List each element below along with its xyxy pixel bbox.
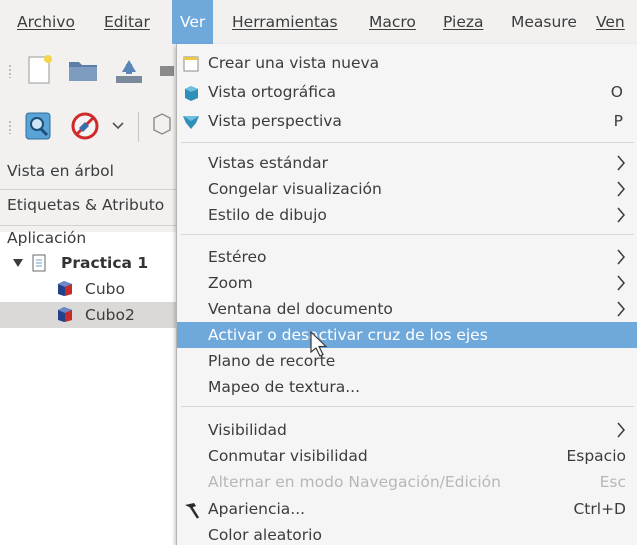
divider xyxy=(0,189,176,190)
ver-dropdown-menu: Crear una vista nueva Vista ortográfica … xyxy=(176,44,637,545)
chevron-down-icon[interactable] xyxy=(110,118,126,134)
menu-item-standard-views[interactable]: Vistas estándar xyxy=(177,150,637,176)
submenu-arrow-icon xyxy=(617,249,625,265)
tree-item-cubo2[interactable]: Cubo2 xyxy=(85,306,135,324)
print-icon[interactable] xyxy=(158,58,176,82)
submenu-arrow-icon xyxy=(617,155,625,171)
tab-labels-attributes[interactable]: Etiquetas & Atributo xyxy=(7,196,164,214)
menu-item-ortho-view[interactable]: Vista ortográfica O xyxy=(177,79,637,105)
menu-item-stereo[interactable]: Estéreo xyxy=(177,244,637,270)
toolbar-grip[interactable] xyxy=(8,120,12,134)
no-selection-icon[interactable] xyxy=(69,110,103,142)
menu-separator xyxy=(181,142,634,143)
menu-item-freeze-display[interactable]: Congelar visualización xyxy=(177,176,637,202)
menu-archivo[interactable]: Archivo xyxy=(17,0,75,44)
submenu-arrow-icon xyxy=(617,422,625,438)
menu-item-texture-mapping[interactable]: Mapeo de textura... xyxy=(177,374,637,400)
tree-view xyxy=(0,232,180,545)
menu-item-toggle-nav-edit-mode: Alternar en modo Navegación/Edición Esc xyxy=(208,473,626,491)
fit-all-icon[interactable] xyxy=(24,110,54,142)
submenu-arrow-icon xyxy=(617,301,625,317)
hammer-icon xyxy=(185,503,200,519)
open-folder-icon[interactable] xyxy=(67,56,101,84)
menu-item-appearance[interactable]: Apariencia... Ctrl+D xyxy=(177,496,637,522)
expand-arrow-icon[interactable] xyxy=(12,257,24,269)
new-view-icon xyxy=(183,56,199,72)
menu-separator xyxy=(181,406,634,407)
toolbar-divider xyxy=(138,112,139,142)
document-icon xyxy=(32,254,46,272)
tree-item-cubo[interactable]: Cubo xyxy=(85,280,125,298)
submenu-arrow-icon xyxy=(617,181,625,197)
menubar: Archivo Editar Ver Herramientas Macro Pi… xyxy=(0,0,637,44)
menu-macro[interactable]: Macro xyxy=(369,0,416,44)
perspective-cube-icon xyxy=(183,116,199,129)
menu-item-toggle-visibility[interactable]: Conmutar visibilidad Espacio xyxy=(177,443,637,469)
menu-item-zoom[interactable]: Zoom xyxy=(177,270,637,296)
new-document-icon[interactable] xyxy=(26,54,54,86)
cube-icon xyxy=(58,281,72,296)
menu-separator xyxy=(181,234,634,235)
menu-item-perspective-view[interactable]: Vista perspectiva P xyxy=(177,108,637,134)
menu-item-document-window[interactable]: Ventana del documento xyxy=(177,296,637,322)
save-icon[interactable] xyxy=(112,54,148,86)
ortho-cube-icon xyxy=(185,86,198,101)
menu-item-clipping-plane[interactable]: Plano de recorte xyxy=(177,348,637,374)
menu-herramientas[interactable]: Herramientas xyxy=(232,0,338,44)
menu-item-draw-style[interactable]: Estilo de dibujo xyxy=(177,202,637,228)
submenu-arrow-icon xyxy=(617,275,625,291)
cube-icon xyxy=(58,307,72,322)
menu-item-visibility[interactable]: Visibilidad xyxy=(177,417,637,443)
menu-ver[interactable]: Ver xyxy=(172,0,214,44)
menu-ventana[interactable]: Ven xyxy=(596,0,625,44)
toolbar-grip[interactable] xyxy=(8,64,12,78)
cube-view-icon[interactable] xyxy=(146,110,176,142)
tree-item-document[interactable]: Practica 1 xyxy=(61,254,148,272)
menu-editar[interactable]: Editar xyxy=(104,0,150,44)
mouse-cursor-icon xyxy=(310,330,328,357)
menu-item-random-color[interactable]: Color aleatorio xyxy=(177,522,637,545)
tree-root-application: Aplicación xyxy=(7,229,87,247)
submenu-arrow-icon xyxy=(617,207,625,223)
tree-view-title: Vista en árbol xyxy=(7,162,114,180)
menu-measure[interactable]: Measure xyxy=(511,0,577,44)
divider xyxy=(0,225,176,226)
menu-pieza[interactable]: Pieza xyxy=(443,0,483,44)
menu-item-toggle-axis-cross[interactable]: Activar o desactivar cruz de los ejes xyxy=(177,322,637,348)
menu-item-new-view[interactable]: Crear una vista nueva xyxy=(177,50,637,76)
